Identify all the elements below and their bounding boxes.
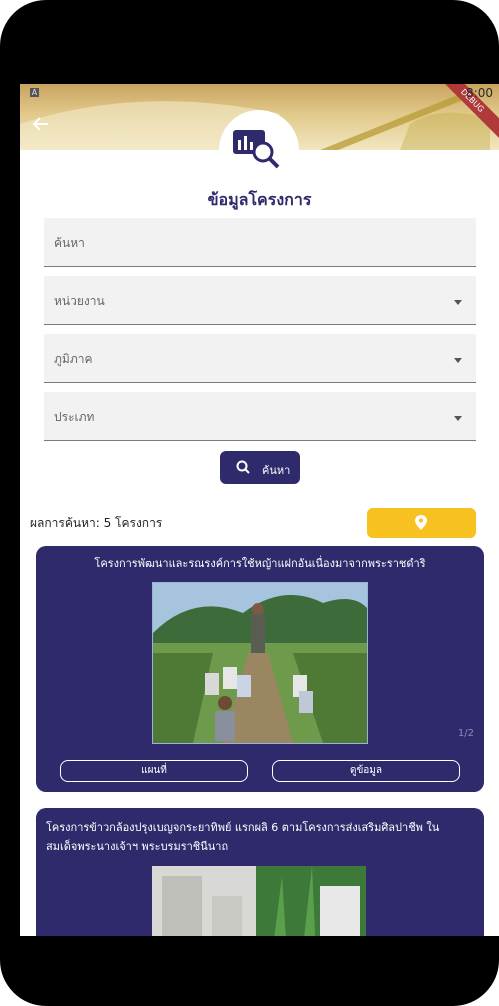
chevron-down-icon <box>454 300 462 305</box>
page-title: ข้อมูลโครงการ <box>207 190 312 209</box>
search-placeholder: ค้นหา <box>54 236 85 250</box>
app-logo <box>219 110 299 190</box>
search-icon <box>236 460 250 474</box>
project-title: โครงการพัฒนาและรณรงค์การใช้หญ้าแฝกอันเนื… <box>94 557 426 570</box>
search-input[interactable]: ค้นหา <box>44 218 476 267</box>
search-button[interactable]: ค้นหา <box>220 451 300 484</box>
project-photo[interactable] <box>152 582 368 744</box>
region-dropdown[interactable]: ภูมิภาค <box>44 334 476 383</box>
search-button-label: ค้นหา <box>262 464 291 477</box>
map-view-button[interactable] <box>367 508 476 538</box>
map-button[interactable]: แผนที่ <box>60 760 248 782</box>
view-details-button[interactable]: ดูข้อมูล <box>272 760 460 782</box>
app-screen: DEBUG A 8:00 ข้อมูลโครงการ ค้นหา หน่วยงา… <box>20 84 499 936</box>
image-pager: 1/2 <box>457 728 474 739</box>
project-title: โครงการข้าวกล้องปรุงเบญจกระยาทิพย์ แรกผล… <box>46 821 440 853</box>
project-photo[interactable] <box>152 866 366 936</box>
type-dropdown[interactable]: ประเภท <box>44 392 476 441</box>
device-frame: DEBUG A 8:00 ข้อมูลโครงการ ค้นหา หน่วยงา… <box>0 0 499 1006</box>
chevron-down-icon <box>454 358 462 363</box>
status-indicator: A <box>30 88 39 97</box>
agency-label: หน่วยงาน <box>54 294 105 308</box>
chevron-down-icon <box>454 416 462 421</box>
status-time: 8:00 <box>466 86 493 100</box>
project-card[interactable]: โครงการพัฒนาและรณรงค์การใช้หญ้าแฝกอันเนื… <box>36 546 484 792</box>
project-card[interactable]: โครงการข้าวกล้องปรุงเบญจกระยาทิพย์ แรกผล… <box>36 808 484 936</box>
status-bar: A 8:00 <box>20 84 499 104</box>
map-pin-icon <box>415 515 427 530</box>
chart-search-logo-icon <box>233 130 280 169</box>
region-label: ภูมิภาค <box>54 352 93 366</box>
agency-dropdown[interactable]: หน่วยงาน <box>44 276 476 325</box>
back-arrow-icon[interactable] <box>32 114 56 138</box>
type-label: ประเภท <box>54 410 95 424</box>
result-count: ผลการค้นหา: 5 โครงการ <box>30 516 163 530</box>
